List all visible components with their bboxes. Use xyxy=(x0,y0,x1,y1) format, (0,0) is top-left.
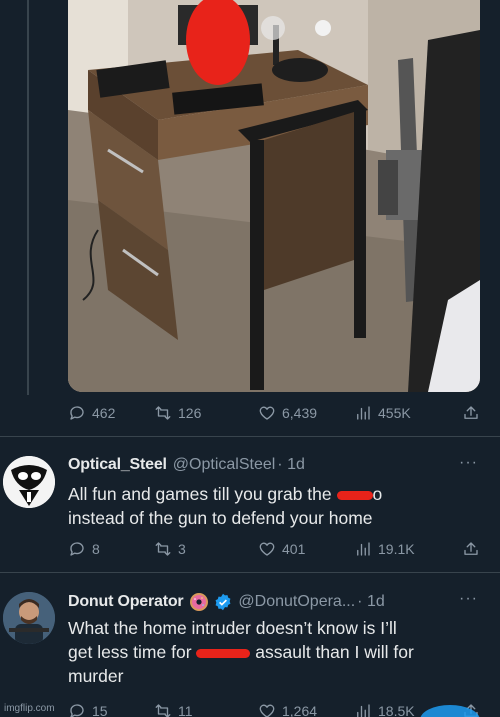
tweet-text-line-2b: assault than I will for xyxy=(250,642,414,662)
more-options-icon[interactable]: ··· xyxy=(459,590,478,608)
timestamp[interactable]: · 1d xyxy=(277,456,305,474)
retweet-count: 3 xyxy=(178,541,186,557)
share-button[interactable] xyxy=(462,540,480,558)
tweet-header: Optical_Steel @OpticalSteel · 1d xyxy=(68,456,305,474)
tweet-header: Donut Operator @DonutOpera... · 1d xyxy=(68,592,385,612)
share-icon xyxy=(464,406,478,419)
share-icon xyxy=(464,542,478,555)
reply-icon xyxy=(70,704,84,717)
tweet-text-line-1: All fun and games till you grab the xyxy=(68,484,337,504)
retweet-count: 126 xyxy=(178,405,202,421)
more-options-icon[interactable]: ··· xyxy=(459,454,478,472)
like-count: 1,264 xyxy=(282,703,318,717)
retweet-icon xyxy=(155,406,171,420)
divider xyxy=(0,572,500,573)
views-icon xyxy=(357,704,370,717)
views-button[interactable]: 18.5K xyxy=(354,702,415,717)
reply-button[interactable]: 8 xyxy=(68,540,154,558)
tweet-text-tail: o xyxy=(372,484,383,504)
tweet-text: What the home intruder doesn’t know is I… xyxy=(68,616,488,688)
views-button[interactable]: 19.1K xyxy=(354,540,415,558)
retweet-icon xyxy=(155,704,171,717)
reply-actions: 15 11 1,264 18.5K xyxy=(68,698,480,717)
retweet-icon xyxy=(155,542,171,556)
redaction-mark xyxy=(196,648,251,658)
like-button[interactable]: 401 xyxy=(258,540,354,558)
redaction-mark xyxy=(336,490,373,500)
thread-line xyxy=(27,0,29,395)
tweet-text-line-2: instead of the gun to defend your home xyxy=(68,508,373,528)
display-name[interactable]: Optical_Steel xyxy=(68,456,167,474)
retweet-button[interactable]: 11 xyxy=(154,702,258,717)
avatar[interactable] xyxy=(3,592,55,644)
handle[interactable]: @OpticalSteel xyxy=(173,456,276,474)
heart-icon xyxy=(259,406,275,420)
reply-actions: 8 3 401 19.1K xyxy=(68,536,480,562)
avatar[interactable] xyxy=(3,456,55,508)
tweet-text-line-1: What the home intruder doesn’t know is I… xyxy=(68,618,397,638)
reply-button[interactable]: 462 xyxy=(68,404,154,422)
like-count: 401 xyxy=(282,541,306,557)
handle[interactable]: @DonutOpera... xyxy=(238,593,355,611)
reply-count: 15 xyxy=(92,703,108,717)
views-count: 19.1K xyxy=(378,541,415,557)
tweet-text-line-3: murder xyxy=(68,666,124,686)
verified-badge-icon xyxy=(214,593,232,611)
display-name[interactable]: Donut Operator xyxy=(68,593,184,611)
reply-icon xyxy=(70,542,84,556)
retweet-button[interactable]: 126 xyxy=(154,404,258,422)
like-button[interactable]: 6,439 xyxy=(258,404,354,422)
share-button[interactable] xyxy=(462,404,480,422)
views-count: 18.5K xyxy=(378,703,415,717)
reply-count: 8 xyxy=(92,541,100,557)
donut-emoji-icon xyxy=(189,592,209,612)
tweet-photo[interactable] xyxy=(68,0,480,392)
imgflip-watermark: imgflip.com xyxy=(4,703,55,714)
tweet-text: All fun and games till you grab the o in… xyxy=(68,482,488,530)
like-button[interactable]: 1,264 xyxy=(258,702,354,717)
reply-button[interactable]: 15 xyxy=(68,702,154,717)
divider xyxy=(0,436,500,437)
retweet-button[interactable]: 3 xyxy=(154,540,258,558)
views-icon xyxy=(357,406,370,420)
retweet-count: 11 xyxy=(178,703,193,717)
views-button[interactable]: 455K xyxy=(354,404,411,422)
views-count: 455K xyxy=(378,405,411,421)
tweet-text-line-2a: get less time for xyxy=(68,642,197,662)
like-count: 6,439 xyxy=(282,405,318,421)
reply-count: 462 xyxy=(92,405,116,421)
main-tweet-actions: 462 126 6,439 455K xyxy=(68,400,480,426)
views-icon xyxy=(357,542,370,556)
timestamp[interactable]: · 1d xyxy=(357,593,385,611)
heart-icon xyxy=(259,704,275,717)
reply-icon xyxy=(70,406,84,420)
heart-icon xyxy=(259,542,275,556)
